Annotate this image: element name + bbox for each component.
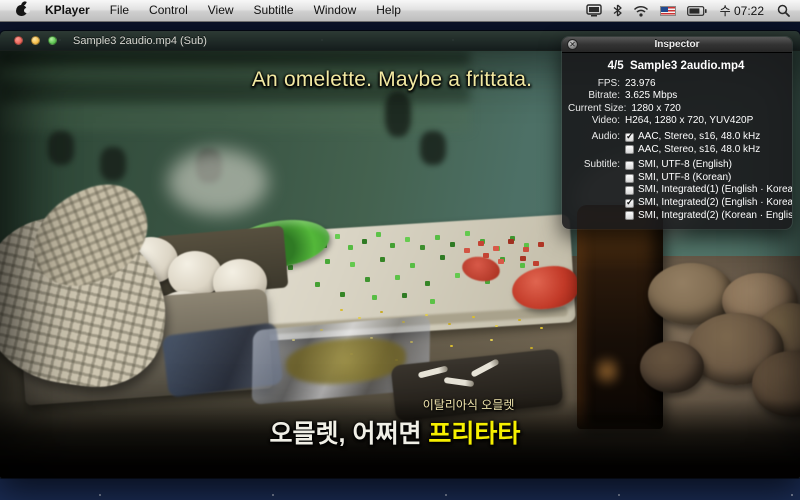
subtitle-track-checkbox[interactable] — [625, 174, 634, 183]
subtitle-korean: 이탈리아식 오믈렛 오믈렛, 어쩌면 프리타타 — [270, 396, 521, 450]
subtitle-korean-main: 오믈렛, 어쩌면 프리타타 — [270, 414, 521, 450]
menu-bar: KPlayer File Control View Subtitle Windo… — [0, 0, 800, 22]
subtitle-track-row[interactable]: SMI, UTF-8 (Korean) — [568, 172, 784, 185]
inspector-body: 4/5 Sample3 2audio.mp4 FPS: 23.976 Bitra… — [562, 53, 792, 229]
zoom-button[interactable] — [48, 36, 57, 45]
spotlight-icon[interactable] — [777, 4, 790, 17]
subtitle-track-label: SMI, Integrated(2) (English · Korean) — [638, 197, 792, 210]
info-value: 23.976 — [625, 78, 656, 91]
apple-icon — [16, 5, 27, 16]
subtitle-korean-highlight: 프리타타 — [428, 420, 520, 448]
audio-track-label: AAC, Stereo, s16, 48.0 kHz — [638, 131, 760, 144]
audio-track-checkbox[interactable] — [625, 145, 634, 154]
info-value: 3.625 Mbps — [625, 90, 677, 103]
menu-file[interactable]: File — [100, 0, 139, 21]
menu-kplayer[interactable]: KPlayer — [35, 0, 100, 21]
audio-tracks-group: Audio: AAC, Stereo, s16, 48.0 kHz AAC, S… — [568, 131, 784, 156]
info-label: FPS: — [568, 78, 620, 91]
audio-track-checkbox[interactable] — [625, 133, 634, 142]
traffic-lights — [14, 36, 57, 45]
inspector-title-bar[interactable]: ✕ Inspector — [562, 37, 792, 53]
menu-help[interactable]: Help — [366, 0, 411, 21]
wifi-icon[interactable] — [633, 5, 649, 17]
minimize-button[interactable] — [31, 36, 40, 45]
display-icon[interactable] — [586, 4, 602, 17]
info-row-fps: FPS: 23.976 — [568, 78, 784, 91]
subtitle-track-row[interactable]: SMI, Integrated(1) (English · Korean) — [568, 184, 784, 197]
inspector-close-button[interactable]: ✕ — [567, 39, 578, 50]
subtitle-track-label: SMI, Integrated(2) (Korean · English) — [638, 210, 792, 223]
subtitle-track-row[interactable]: Subtitle: SMI, UTF-8 (English) — [568, 159, 784, 172]
info-row-current-size: Current Size: 1280 x 720 — [568, 103, 784, 116]
subtitle-track-label: SMI, UTF-8 (Korean) — [638, 172, 731, 185]
menubar-clock[interactable]: 수 07:22 — [718, 2, 766, 19]
close-button[interactable] — [14, 36, 23, 45]
subtitle-label: Subtitle: — [568, 159, 620, 172]
menu-subtitle[interactable]: Subtitle — [244, 0, 304, 21]
info-row-video: Video: H264, 1280 x 720, YUV420P — [568, 115, 784, 128]
subtitle-korean-prefix: 오믈렛, 어쩌면 — [270, 420, 429, 448]
info-label: Current Size: — [568, 103, 626, 116]
audio-track-row[interactable]: Audio: AAC, Stereo, s16, 48.0 kHz — [568, 131, 784, 144]
menu-view[interactable]: View — [198, 0, 244, 21]
info-value: H264, 1280 x 720, YUV420P — [625, 115, 753, 128]
inspector-file-heading: 4/5 Sample3 2audio.mp4 — [568, 60, 784, 73]
subtitle-track-checkbox[interactable] — [625, 186, 634, 195]
inspector-panel: ✕ Inspector 4/5 Sample3 2audio.mp4 FPS: … — [562, 37, 792, 229]
info-label: Bitrate: — [568, 90, 620, 103]
subtitle-tracks-group: Subtitle: SMI, UTF-8 (English) SMI, UTF-… — [568, 159, 784, 222]
subtitle-korean-ruby: 이탈리아식 오믈렛 — [270, 396, 521, 413]
subtitle-track-checkbox[interactable] — [625, 211, 634, 220]
menu-control[interactable]: Control — [139, 0, 198, 21]
battery-icon[interactable] — [687, 6, 707, 16]
audio-track-row[interactable]: AAC, Stereo, s16, 48.0 kHz — [568, 144, 784, 157]
menu-window[interactable]: Window — [304, 0, 367, 21]
subtitle-track-checkbox[interactable] — [625, 199, 634, 208]
bluetooth-icon[interactable] — [613, 4, 622, 17]
info-row-bitrate: Bitrate: 3.625 Mbps — [568, 90, 784, 103]
subtitle-track-row[interactable]: SMI, Integrated(2) (Korean · English) — [568, 210, 784, 223]
subtitle-track-row[interactable]: SMI, Integrated(2) (English · Korean) — [568, 197, 784, 210]
window-title: Sample3 2audio.mp4 (Sub) — [73, 35, 207, 47]
subtitle-english: An omelette. Maybe a frittata. — [252, 68, 532, 92]
audio-track-label: AAC, Stereo, s16, 48.0 kHz — [638, 144, 760, 157]
subtitle-track-label: SMI, Integrated(1) (English · Korean) — [638, 184, 792, 197]
info-label: Video: — [568, 115, 620, 128]
status-area: 수 07:22 — [586, 2, 790, 19]
audio-label: Audio: — [568, 131, 620, 144]
menu-list: KPlayer File Control View Subtitle Windo… — [10, 0, 411, 21]
apple-menu[interactable] — [10, 5, 35, 16]
subtitle-track-label: SMI, UTF-8 (English) — [638, 159, 732, 172]
info-value: 1280 x 720 — [631, 103, 681, 116]
us-flag-icon[interactable] — [660, 6, 676, 16]
subtitle-track-checkbox[interactable] — [625, 161, 634, 170]
inspector-title: Inspector — [562, 39, 792, 50]
